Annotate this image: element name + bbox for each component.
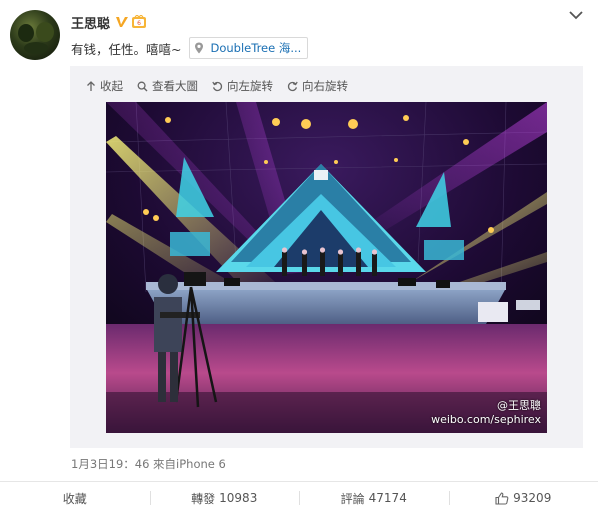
favorite-label: 收藏 (62, 491, 87, 506)
photo-watermark: @王思聰 weibo.com/sephirex (431, 399, 541, 427)
rotate-right-icon (287, 81, 298, 91)
svg-text:6: 6 (137, 20, 141, 27)
vip-rank-icon[interactable]: 6 (131, 15, 147, 29)
arrow-up-icon (87, 80, 95, 91)
rotate-left-icon (212, 81, 223, 91)
favorite-button[interactable]: 收藏 (0, 482, 150, 514)
action-bar: 收藏 轉發 10983 評論 47174 93209 (0, 482, 598, 514)
like-button[interactable]: 93209 (448, 482, 598, 514)
avatar-shape (24, 42, 48, 54)
avatar[interactable] (10, 10, 60, 60)
post-photo[interactable]: @王思聰 weibo.com/sephirex (106, 102, 547, 433)
verified-v-icon[interactable] (115, 15, 129, 29)
repost-button[interactable]: 轉發 10983 (149, 482, 300, 514)
collapse-label: 收起 (100, 79, 123, 93)
zoom-icon (137, 81, 148, 91)
repost-label: 轉發 (191, 491, 216, 506)
watermark-user: @王思聰 (497, 399, 541, 412)
like-count: 93209 (513, 491, 552, 505)
location-label: DoubleTree 海... (210, 41, 302, 55)
username-link[interactable]: 王思聪 (71, 13, 110, 32)
post-text: 有钱，任性。嘻嘻~ (71, 41, 182, 57)
user-header: 王思聪 6 (71, 12, 147, 32)
location-pin-icon (195, 42, 204, 54)
avatar-shape (18, 24, 34, 42)
post-meta[interactable]: 1月3日19：46 來自iPhone 6 (71, 456, 226, 472)
collapse-button[interactable]: 收起 (86, 78, 123, 94)
rotate-right-button[interactable]: 向右旋转 (287, 78, 348, 94)
thumbs-up-icon (495, 491, 509, 505)
post-content: 有钱，任性。嘻嘻~ DoubleTree 海... (71, 37, 309, 59)
rotate-right-label: 向右旋转 (302, 79, 348, 93)
comment-button[interactable]: 評論 47174 (299, 482, 449, 514)
location-tag[interactable]: DoubleTree 海... (189, 37, 309, 59)
avatar-shape (36, 22, 54, 42)
rotate-left-label: 向左旋转 (227, 79, 273, 93)
concert-stage-image (106, 102, 547, 433)
comment-label: 評論 (340, 491, 365, 506)
repost-count: 10983 (219, 491, 258, 505)
chevron-down-icon[interactable] (568, 8, 584, 22)
media-toolbar: 收起 查看大圖 向左旋转 向右旋转 (86, 78, 362, 94)
watermark-url: weibo.com/sephirex (431, 413, 541, 426)
media-viewer: 收起 查看大圖 向左旋转 向右旋转 @王思聰 weibo.com/sephire… (70, 66, 583, 448)
rotate-left-button[interactable]: 向左旋转 (212, 78, 273, 94)
view-large-button[interactable]: 查看大圖 (137, 78, 198, 94)
comment-count: 47174 (368, 491, 407, 505)
view-large-label: 查看大圖 (152, 79, 198, 93)
